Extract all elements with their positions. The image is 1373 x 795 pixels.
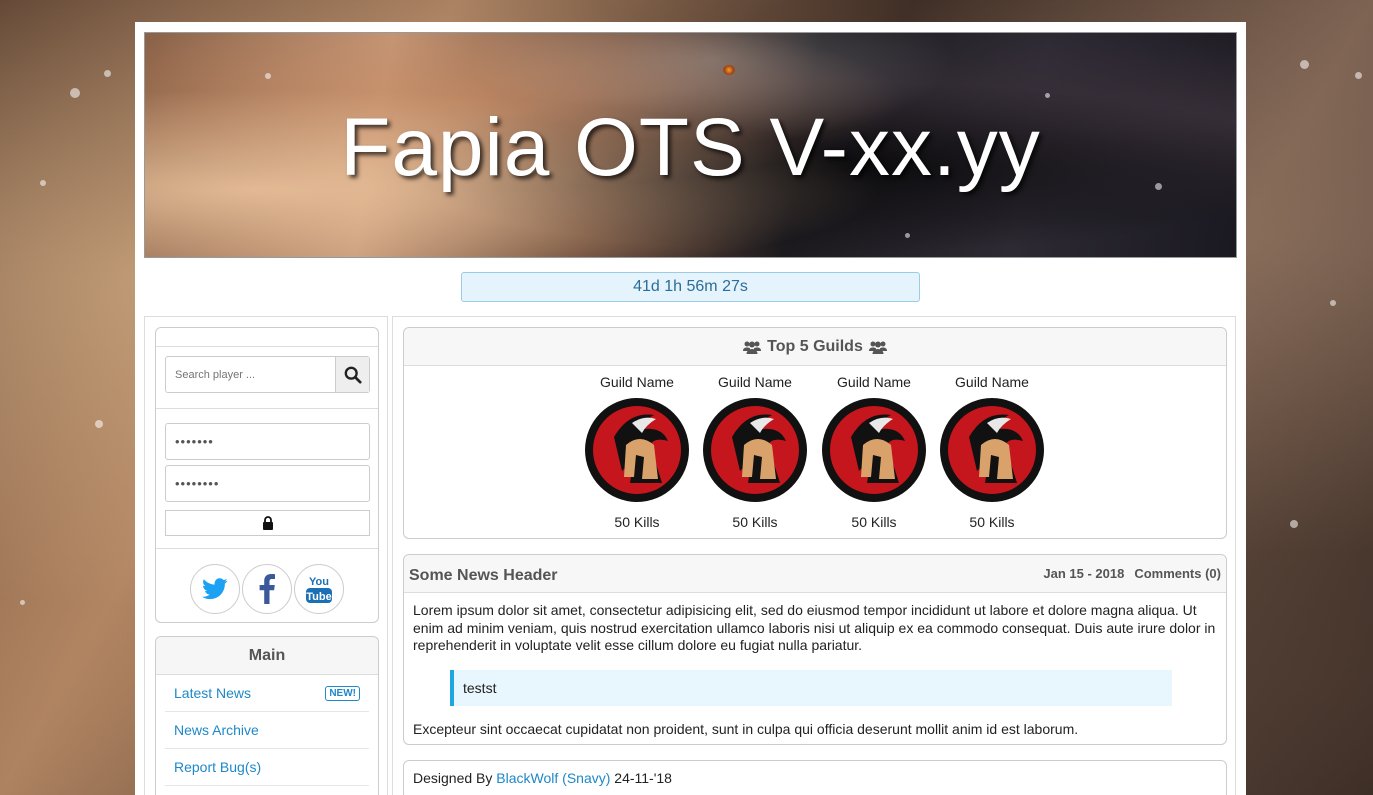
guild-name: Guild Name	[837, 374, 911, 390]
snowflake	[95, 420, 103, 428]
news-body: Lorem ipsum dolor sit amet, consectetur …	[404, 593, 1226, 738]
menu-link[interactable]: News Archive	[174, 722, 259, 738]
guild-kills: 50 Kills	[732, 514, 778, 530]
menu-link[interactable]: Report Bug(s)	[174, 759, 261, 775]
main-content: Top 5 Guilds Guild Name 50 Kills Guild N…	[392, 316, 1236, 795]
footer-prefix: Designed By	[413, 770, 493, 786]
main-menu: Main Latest News NEW! News Archive Repor…	[155, 636, 379, 795]
spartan-helmet-icon	[703, 398, 807, 502]
left-sidebar: ••••••• •••••••• Yo	[144, 316, 388, 795]
youtube-icon: You Tube	[306, 576, 332, 603]
twitter-icon	[202, 578, 228, 600]
search-player-input[interactable]	[166, 357, 335, 392]
guild-kills: 50 Kills	[851, 514, 897, 530]
site-title: Fapia OTS V-xx.yy	[340, 102, 1041, 193]
author-link[interactable]: BlackWolf (Snavy)	[496, 770, 610, 786]
facebook-icon	[259, 574, 275, 604]
guild-kills: 50 Kills	[614, 514, 660, 530]
snowflake	[1355, 72, 1362, 79]
top-guilds-header: Top 5 Guilds	[404, 328, 1226, 366]
player-search	[165, 356, 370, 393]
users-icon	[868, 341, 887, 354]
news-date: Jan 15 - 2018	[1043, 566, 1125, 581]
news-paragraph: Lorem ipsum dolor sit amet, consectetur …	[413, 602, 1216, 653]
menu-title: Main	[156, 637, 378, 675]
news-meta: Jan 15 - 2018 Comments (0)	[1043, 566, 1221, 581]
guild-name: Guild Name	[600, 374, 674, 390]
spartan-helmet-icon	[822, 398, 926, 502]
twitter-link[interactable]	[190, 564, 240, 614]
menu-item-news-archive[interactable]: News Archive	[165, 712, 369, 749]
login-button[interactable]	[165, 510, 370, 536]
guild-card[interactable]: Guild Name 50 Kills	[818, 374, 930, 530]
snowflake	[40, 180, 46, 186]
youtube-link[interactable]: You Tube	[294, 564, 344, 614]
snowflake	[1045, 93, 1050, 98]
footer: Designed By BlackWolf (Snavy) 24-11-'18	[403, 760, 1227, 795]
menu-item-latest-news[interactable]: Latest News NEW!	[165, 675, 369, 712]
new-badge: NEW!	[325, 685, 360, 701]
top-guilds-title: Top 5 Guilds	[767, 337, 863, 355]
guild-name: Guild Name	[955, 374, 1029, 390]
svg-text:You: You	[309, 576, 329, 588]
site-banner: Fapia OTS V-xx.yy	[144, 32, 1237, 258]
news-paragraph: Excepteur sint occaecat cupidatat non pr…	[413, 720, 1079, 737]
panel-divider	[156, 548, 378, 549]
news-comments-link[interactable]: Comments (0)	[1134, 566, 1221, 581]
guild-card[interactable]: Guild Name 50 Kills	[581, 374, 693, 530]
panel-divider	[156, 346, 378, 347]
snowflake	[1330, 300, 1336, 306]
account-field[interactable]: •••••••	[165, 423, 370, 460]
snowflake	[1300, 60, 1309, 69]
snowflake	[905, 233, 910, 238]
page-wrapper: Fapia OTS V-xx.yy 41d 1h 56m 27s •••••••…	[135, 22, 1246, 795]
guild-kills: 50 Kills	[969, 514, 1015, 530]
snowflake	[1290, 520, 1298, 528]
guild-name: Guild Name	[718, 374, 792, 390]
guild-card[interactable]: Guild Name 50 Kills	[936, 374, 1048, 530]
spartan-helmet-icon	[940, 398, 1044, 502]
countdown-timer: 41d 1h 56m 27s	[461, 272, 920, 302]
snowflake	[20, 600, 25, 605]
news-article: Some News Header Jan 15 - 2018 Comments …	[403, 554, 1227, 745]
news-header: Some News Header Jan 15 - 2018 Comments …	[404, 555, 1226, 593]
guild-card[interactable]: Guild Name 50 Kills	[699, 374, 811, 530]
svg-text:Tube: Tube	[306, 591, 331, 603]
lock-icon	[262, 516, 273, 530]
search-button[interactable]	[335, 357, 369, 392]
snowflake	[104, 70, 111, 77]
spartan-helmet-icon	[585, 398, 689, 502]
footer-date: 24-11-'18	[614, 770, 672, 786]
search-icon	[344, 366, 362, 384]
snowflake	[265, 73, 271, 79]
menu-item-report-bugs[interactable]: Report Bug(s)	[165, 749, 369, 786]
menu-link[interactable]: Latest News	[174, 685, 251, 701]
login-panel: ••••••• •••••••• Yo	[155, 327, 379, 623]
news-quote: testst	[450, 669, 1172, 706]
users-icon	[743, 341, 762, 354]
panel-divider	[156, 408, 378, 409]
wolf-eye-graphic	[723, 65, 735, 75]
top-guilds-panel: Top 5 Guilds Guild Name 50 Kills Guild N…	[403, 327, 1227, 539]
news-title: Some News Header	[409, 566, 558, 584]
password-field[interactable]: ••••••••	[165, 465, 370, 502]
snowflake	[70, 88, 80, 98]
facebook-link[interactable]	[242, 564, 292, 614]
